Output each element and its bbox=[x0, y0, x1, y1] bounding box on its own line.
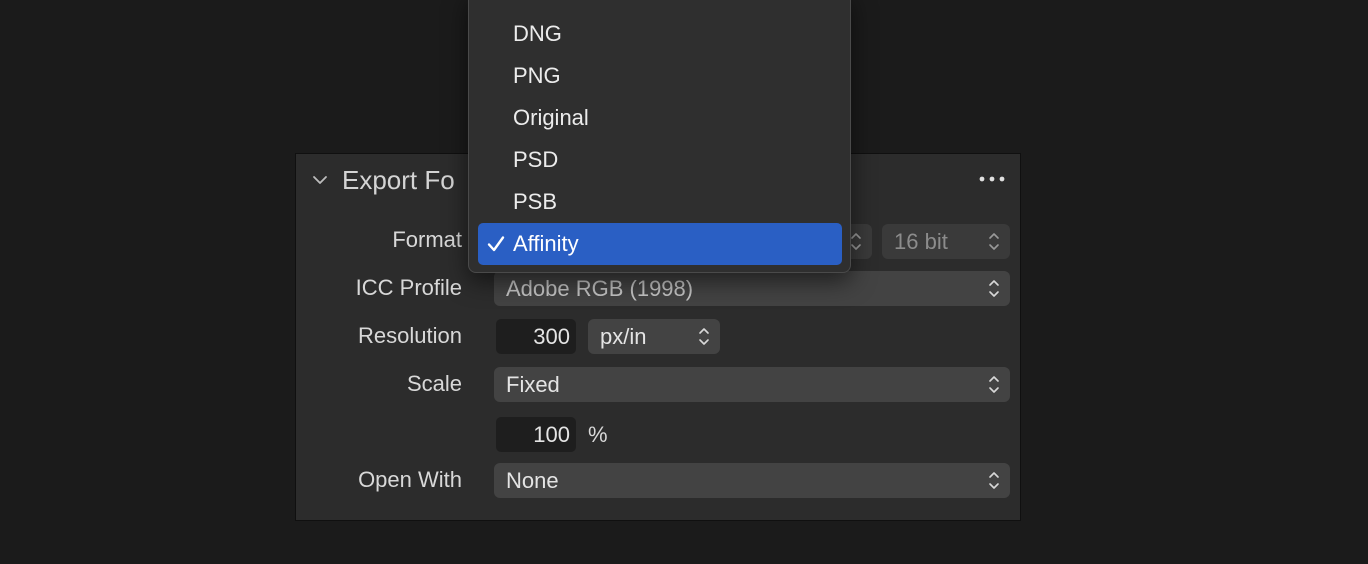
resolution-unit-value: px/in bbox=[600, 324, 647, 349]
scale-label: Scale bbox=[406, 371, 462, 396]
up-down-arrows-icon bbox=[989, 233, 999, 250]
icc-profile-select[interactable]: Adobe RGB (1998) bbox=[494, 271, 1010, 306]
open-with-value: None bbox=[506, 468, 559, 493]
menu-item-psb[interactable]: PSB bbox=[478, 181, 842, 223]
bit-depth-value: 16 bit bbox=[894, 229, 948, 254]
scale-value: Fixed bbox=[506, 372, 560, 397]
resolution-unit-select[interactable]: px/in bbox=[588, 319, 720, 354]
panel-title: Export Fo bbox=[342, 165, 455, 195]
open-with-label: Open With bbox=[358, 467, 462, 492]
icc-profile-label: ICC Profile bbox=[355, 275, 462, 300]
scale-select[interactable]: Fixed bbox=[494, 367, 1010, 402]
scale-percent-input[interactable]: 100 bbox=[496, 417, 576, 452]
up-down-arrows-icon bbox=[989, 376, 999, 393]
up-down-arrows-icon bbox=[989, 472, 999, 489]
format-label: Format bbox=[392, 227, 462, 252]
menu-item-label: Affinity bbox=[513, 231, 579, 256]
resolution-label: Resolution bbox=[358, 323, 462, 348]
up-down-arrows-icon bbox=[989, 280, 999, 297]
format-dropdown-menu: DNG PNG Original PSD PSB Affinity bbox=[468, 0, 851, 273]
menu-item-dng[interactable]: DNG bbox=[478, 13, 842, 55]
chevron-down-icon[interactable] bbox=[312, 172, 328, 188]
open-with-select[interactable]: None bbox=[494, 463, 1010, 498]
more-options-icon[interactable] bbox=[978, 174, 1006, 184]
menu-item-label: PNG bbox=[513, 63, 561, 88]
percent-unit-label: % bbox=[588, 422, 608, 447]
menu-item-original[interactable]: Original bbox=[478, 97, 842, 139]
menu-item-png[interactable]: PNG bbox=[478, 55, 842, 97]
resolution-input[interactable]: 300 bbox=[496, 319, 576, 354]
menu-item-label: Original bbox=[513, 105, 589, 130]
menu-item-label: DNG bbox=[513, 21, 562, 46]
up-down-arrows-icon bbox=[851, 233, 861, 250]
icc-profile-value: Adobe RGB (1998) bbox=[506, 276, 694, 301]
menu-item-psd[interactable]: PSD bbox=[478, 139, 842, 181]
menu-item-label: PSB bbox=[513, 189, 558, 214]
menu-item-affinity[interactable]: Affinity bbox=[478, 223, 842, 265]
bit-depth-select[interactable]: 16 bit bbox=[882, 224, 1010, 259]
menu-item-label: PSD bbox=[513, 147, 559, 172]
checkmark-icon bbox=[487, 236, 505, 252]
up-down-arrows-icon bbox=[699, 328, 709, 345]
screen: Export Fo Format 16 bit ICC Profile Adob… bbox=[0, 0, 1368, 564]
